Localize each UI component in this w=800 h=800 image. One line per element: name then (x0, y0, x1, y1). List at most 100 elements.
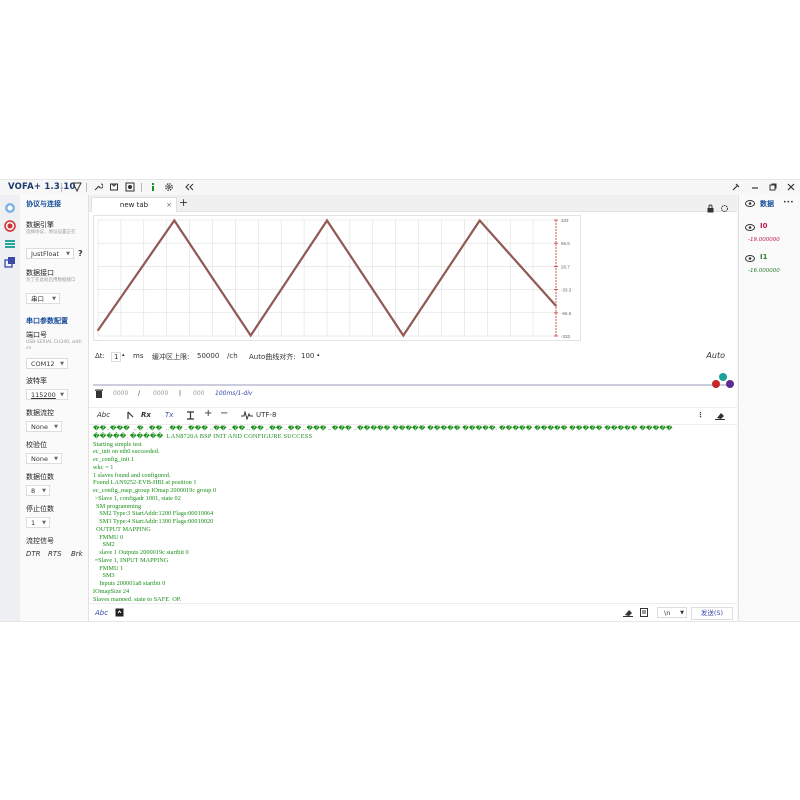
console-line: SM2 (93, 541, 115, 549)
eye-icon[interactable] (745, 224, 755, 233)
more-icon[interactable]: ••• (783, 199, 794, 206)
file-icon[interactable] (115, 608, 124, 619)
section-protocol: 协议与连接 (26, 200, 61, 208)
buffer-input[interactable]: 50000 (197, 352, 219, 360)
console-line: Inputs 200001a8 startbit 0 (93, 580, 166, 587)
engine-help-icon[interactable]: ? (78, 249, 83, 258)
data-point (478, 219, 481, 222)
eye-icon[interactable] (745, 255, 755, 264)
console-line: ��..��� ..� .�� ..�� ..��� ..�� ..�� ..�… (93, 425, 673, 432)
interface-value: 串口 (31, 295, 44, 303)
pointer-icon[interactable] (127, 411, 135, 422)
console-line: OUTPUT MAPPING (93, 525, 151, 533)
restore-icon[interactable] (768, 182, 778, 195)
interface-select[interactable]: 串口 ▼ (26, 293, 60, 304)
data-point (249, 334, 252, 337)
waveform-plot[interactable]: 333 66.6 26.7 -33.3 -66.6 -333 (93, 215, 581, 341)
connection-icon[interactable] (4, 199, 16, 213)
baud-label: 波特率 (26, 377, 47, 385)
funnel-icon[interactable] (72, 182, 82, 193)
eye-icon[interactable] (745, 200, 755, 209)
add-tab-button[interactable]: + (179, 196, 188, 209)
tx-toggle[interactable]: Tx (165, 411, 173, 419)
flow-select[interactable]: None ▼ (26, 421, 62, 432)
tab-label: new tab (119, 201, 149, 209)
close-icon[interactable] (786, 182, 796, 195)
port-select[interactable]: COM12 ▼ (26, 358, 68, 369)
console-line: IOmapSize 24 (93, 587, 130, 595)
rx-toggle[interactable]: Rx (141, 411, 151, 419)
pin-icon[interactable] (731, 182, 741, 195)
console-line: SM programming (93, 502, 142, 510)
newline-select[interactable]: \n ▼ (657, 607, 687, 618)
copy-icon[interactable] (4, 253, 16, 268)
info-icon[interactable] (148, 182, 158, 192)
slider-handle-teal[interactable] (719, 373, 727, 381)
eraser-icon[interactable] (715, 411, 725, 422)
close-icon[interactable]: × (166, 198, 172, 212)
stepper-icon[interactable]: ▴ (317, 352, 320, 358)
dtr-button[interactable]: DTR (26, 550, 41, 558)
stepper-icon[interactable]: ▴ (122, 352, 125, 358)
chevron-down-icon: ▼ (42, 488, 46, 494)
encoding-select[interactable]: UTF-8 (256, 411, 276, 419)
title-bar: VOFA+ 1.3.10 (0, 180, 800, 195)
slider-handle-red[interactable] (712, 380, 720, 388)
data-panel: 数据 ••• I0 -19.000000 I1 -16.000000 (738, 195, 800, 621)
console-line: ec_config_map_group IOmap 2000019c group… (93, 487, 217, 494)
send-button[interactable]: 发送(S) (691, 607, 733, 620)
flow-value: None (31, 423, 48, 431)
rts-button[interactable]: RTS (48, 550, 62, 558)
wrench-icon[interactable] (93, 182, 104, 192)
timeline-slider[interactable] (93, 384, 733, 386)
more-vertical-icon[interactable]: ⋮ (697, 411, 704, 419)
connection-sidebar: 协议与连接 数据引擎 选择协议，地址设置正在 JustFloat ▼ ? 数据接… (20, 195, 89, 621)
main-panel: new tab × + 333 66.6 26.7 -33.3 -66.6 -333 Δt… (89, 195, 737, 621)
stopbits-select[interactable]: 1 ▼ (26, 517, 50, 528)
divider (61, 183, 62, 192)
tab-new-tab[interactable]: new tab × (91, 197, 177, 212)
channel-name: I0 (760, 222, 768, 230)
baud-select[interactable]: 115200 ▼ (26, 389, 68, 400)
slider-handle-purple[interactable] (726, 380, 734, 388)
auto-mode-button[interactable]: Auto (706, 351, 725, 360)
auto-align-label: Auto曲线对齐: (249, 353, 296, 361)
trash-icon[interactable] (95, 389, 103, 400)
channel-value: -19.000000 (748, 237, 780, 243)
lock-icon[interactable] (706, 198, 715, 217)
minimize-icon[interactable] (750, 182, 760, 195)
databits-select[interactable]: 8 ▼ (26, 485, 50, 496)
data-point (402, 334, 405, 337)
record-icon[interactable] (125, 182, 135, 192)
zoom-out-button[interactable]: − (220, 408, 228, 419)
y-tick-label: 66.6 (561, 241, 570, 246)
widget-icon[interactable] (109, 182, 119, 192)
abc-send-toggle[interactable]: Abc (95, 609, 108, 617)
stopbits-value: 1 (31, 519, 36, 527)
dt-input[interactable]: 1 (111, 352, 122, 362)
engine-select[interactable]: JustFloat ▼ (26, 248, 74, 259)
parity-label: 校验位 (26, 441, 47, 449)
list-icon[interactable] (4, 235, 16, 248)
text-format-icon[interactable] (186, 411, 195, 422)
record-icon[interactable] (4, 217, 16, 232)
document-icon[interactable] (640, 608, 648, 619)
waveform-icon[interactable] (241, 410, 253, 422)
dt-label: Δt: (95, 352, 105, 360)
y-tick-label: -333 (561, 334, 571, 339)
dt-unit: ms (133, 352, 144, 360)
parity-select[interactable]: None ▼ (26, 453, 62, 464)
abc-toggle[interactable]: Abc (97, 411, 110, 419)
settings-icon[interactable] (720, 198, 729, 217)
port-value: COM12 (31, 360, 55, 368)
zoom-in-button[interactable]: + (204, 408, 212, 419)
serial-console[interactable]: ��..��� ..� .�� ..�� ..��� ..�� ..�� ..�… (93, 425, 733, 601)
newline-value: \n (664, 609, 671, 617)
gear-icon[interactable] (164, 182, 174, 192)
port-hint: USB-SERIAL CH340, with cn (26, 340, 82, 351)
break-button[interactable]: Brk (71, 550, 83, 558)
console-line: >Slave 1, configadr 1001, state 02 (93, 494, 181, 502)
eraser-icon[interactable] (623, 608, 633, 619)
auto-align-input[interactable]: 100 (301, 352, 314, 360)
double-chevron-left-icon[interactable] (184, 182, 194, 192)
